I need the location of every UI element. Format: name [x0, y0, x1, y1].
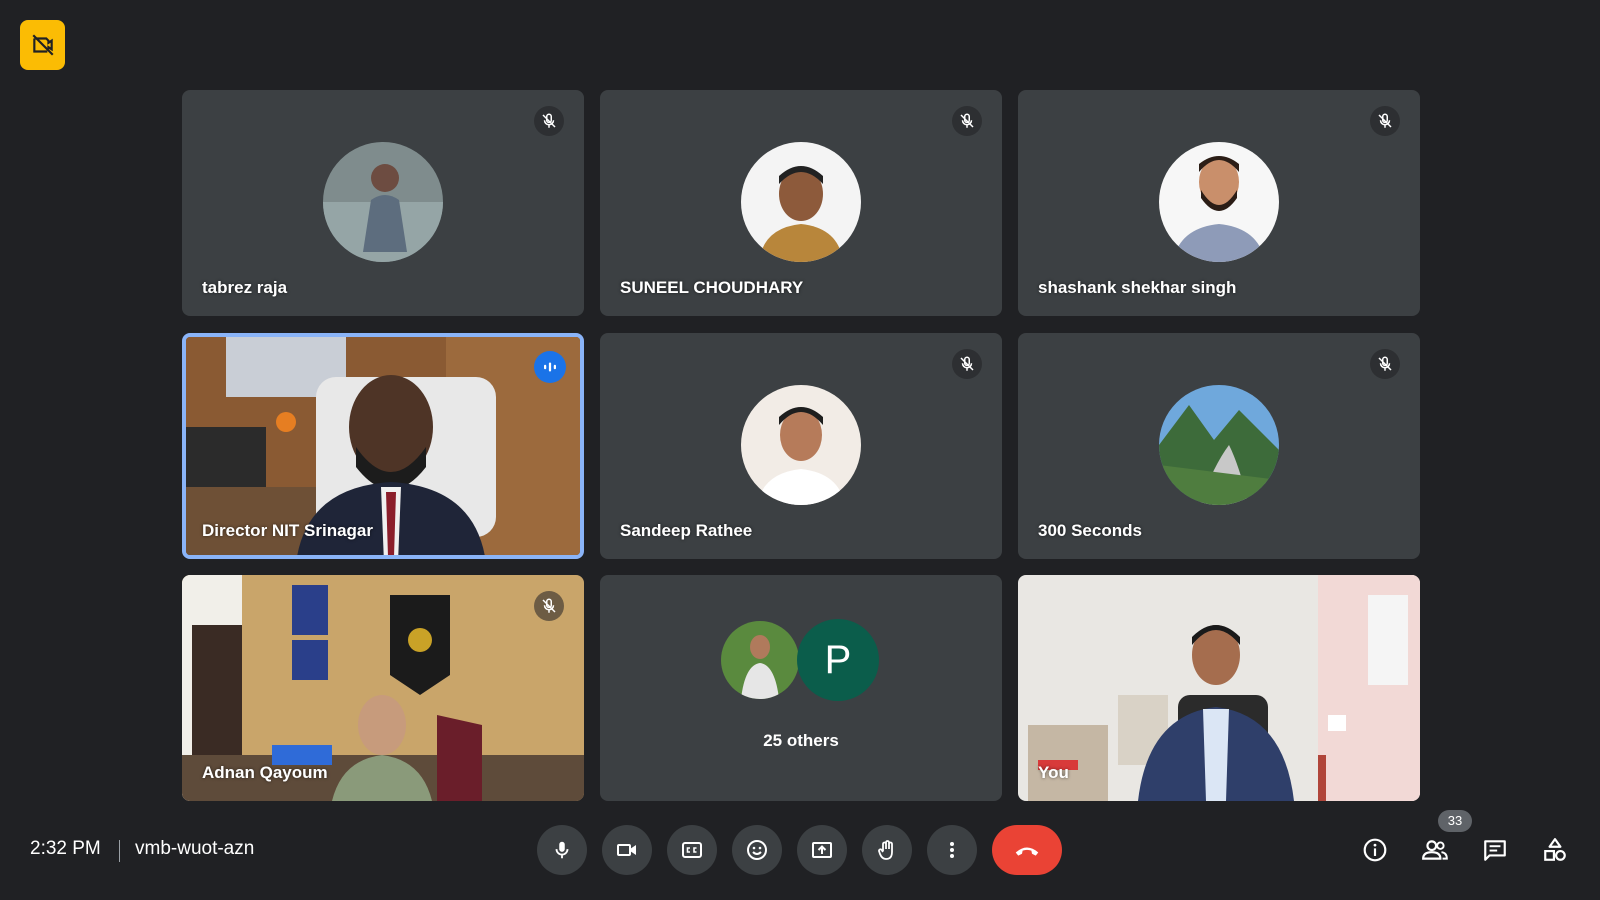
mic-off-icon: [534, 591, 564, 621]
captions-button[interactable]: [667, 825, 717, 875]
info-icon: [1362, 837, 1388, 863]
participant-name: shashank shekhar singh: [1038, 278, 1237, 297]
present-screen-button[interactable]: [797, 825, 847, 875]
participant-name: You: [1038, 763, 1069, 782]
avatar: [1159, 142, 1279, 262]
mic-button[interactable]: [537, 825, 587, 875]
more-vert-icon: [940, 838, 964, 862]
camera-off-badge[interactable]: [20, 20, 65, 70]
meeting-info-button[interactable]: [1355, 830, 1395, 870]
others-count-label: 25 others: [763, 731, 839, 750]
avatar: [741, 142, 861, 262]
bottom-bar: 2:32 PM vmb-wuot-azn 33: [0, 800, 1600, 900]
participant-tile[interactable]: Sandeep Rathee: [600, 333, 1002, 559]
mic-off-icon: [534, 106, 564, 136]
self-video: [1018, 575, 1420, 801]
raise-hand-icon: [875, 838, 899, 862]
mic-off-icon: [1370, 106, 1400, 136]
people-count-badge: 33: [1438, 810, 1472, 832]
participant-name: tabrez raja: [202, 278, 288, 297]
avatar: [1159, 385, 1279, 505]
participant-name: 300 Seconds: [1038, 521, 1142, 540]
avatar: [323, 142, 443, 262]
participant-name: Director NIT Srinagar: [202, 521, 373, 540]
participant-name: Sandeep Rathee: [620, 521, 753, 540]
clock: 2:32 PM: [30, 838, 101, 859]
mic-icon: [551, 839, 573, 861]
mic-off-icon: [952, 349, 982, 379]
others-avatars: P: [721, 619, 881, 701]
mic-off-icon: [1370, 349, 1400, 379]
raise-hand-button[interactable]: [862, 825, 912, 875]
people-icon: [1421, 837, 1449, 863]
chat-button[interactable]: [1475, 830, 1515, 870]
speaking-indicator-icon: [534, 351, 566, 383]
participant-name: Adnan Qayoum: [202, 763, 328, 782]
participant-tile[interactable]: 300 Seconds: [1018, 333, 1420, 559]
captions-icon: [680, 838, 704, 862]
participant-tile[interactable]: shashank shekhar singh: [1018, 90, 1420, 316]
camera-button[interactable]: [602, 825, 652, 875]
self-view-tile[interactable]: You: [1018, 575, 1420, 801]
chat-icon: [1482, 837, 1508, 863]
present-screen-icon: [810, 838, 834, 862]
avatar: [741, 385, 861, 505]
participant-tile[interactable]: tabrez raja: [182, 90, 584, 316]
activities-button[interactable]: [1535, 830, 1575, 870]
people-button[interactable]: [1415, 830, 1455, 870]
camera-icon: [615, 838, 639, 862]
participant-name: SUNEEL CHOUDHARY: [620, 278, 804, 297]
others-tile[interactable]: P 25 others: [600, 575, 1002, 801]
avatar-initial: P: [797, 619, 879, 701]
avatar: [721, 621, 799, 699]
participant-tile[interactable]: SUNEEL CHOUDHARY: [600, 90, 1002, 316]
participant-tile-active-speaker[interactable]: Director NIT Srinagar: [182, 333, 584, 559]
emoji-button[interactable]: [732, 825, 782, 875]
participant-tile[interactable]: Adnan Qayoum: [182, 575, 584, 801]
more-options-button[interactable]: [927, 825, 977, 875]
activities-icon: [1542, 837, 1568, 863]
meeting-code: vmb-wuot-azn: [135, 838, 255, 859]
mic-off-icon: [952, 106, 982, 136]
end-call-icon: [1012, 835, 1042, 865]
emoji-icon: [745, 838, 769, 862]
end-call-button[interactable]: [992, 825, 1062, 875]
camera-off-icon: [30, 32, 56, 58]
divider: [119, 840, 120, 862]
